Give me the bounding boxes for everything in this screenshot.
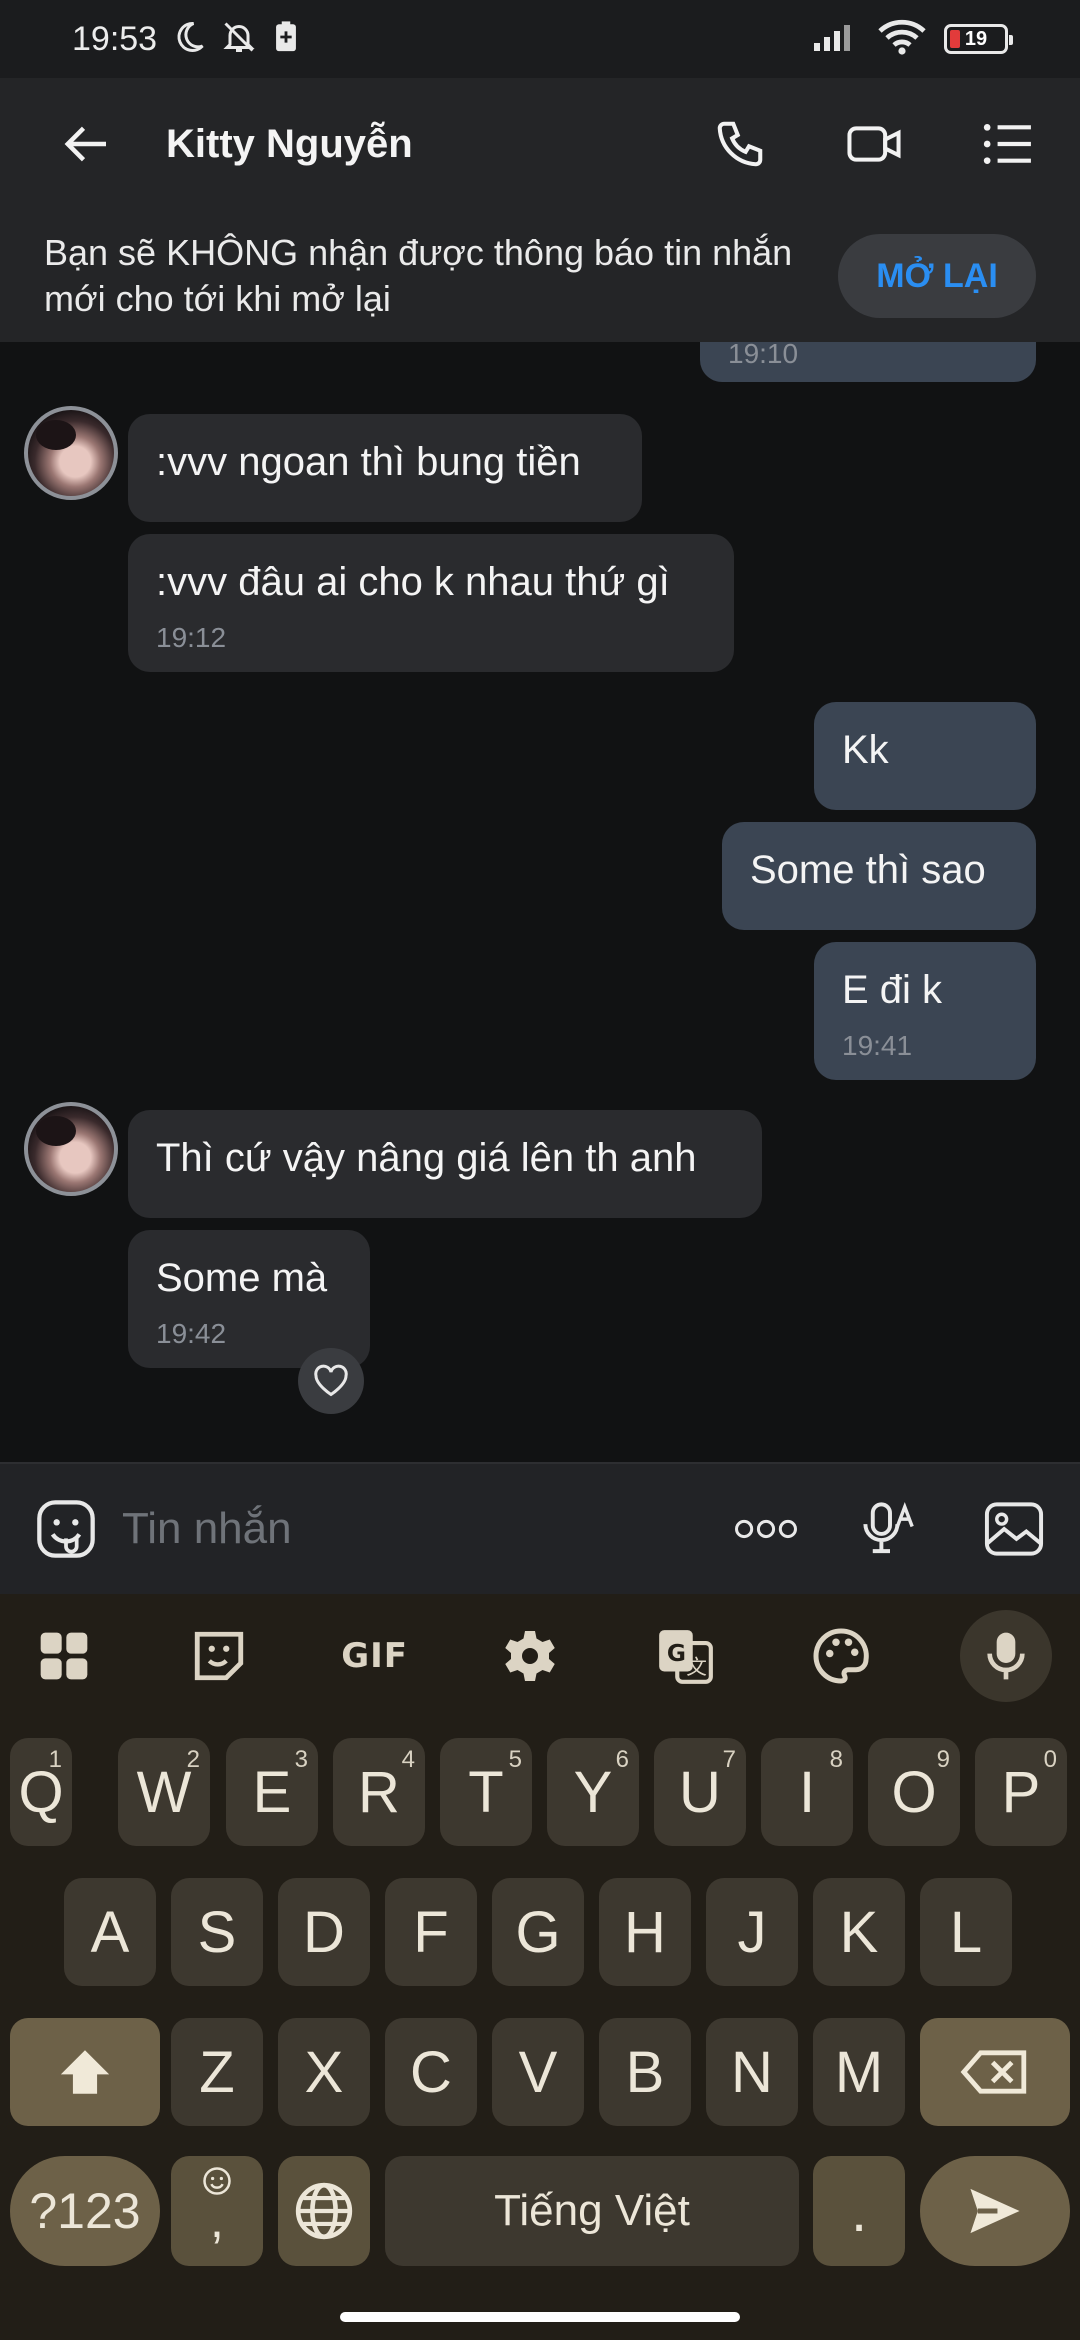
signal-icon (812, 21, 860, 58)
message-text: Some mà (156, 1256, 328, 1300)
key-n[interactable]: N (706, 2018, 798, 2126)
message-time: 19:12 (156, 622, 227, 653)
moon-icon (171, 19, 207, 60)
sticker-icon[interactable] (183, 1620, 255, 1692)
keyboard-toolbar: GIF G文 (0, 1594, 1080, 1718)
message-text: :vvv đâu ai cho k nhau thứ gì (156, 560, 670, 604)
key-v[interactable]: V (492, 2018, 584, 2126)
home-indicator[interactable] (340, 2312, 740, 2322)
palette-icon[interactable] (805, 1620, 877, 1692)
svg-text:G: G (667, 1640, 686, 1667)
menu-list-icon[interactable] (976, 112, 1040, 176)
bell-off-icon (221, 19, 257, 60)
shift-key[interactable] (10, 2018, 160, 2126)
key-e[interactable]: E3 (226, 1738, 318, 1846)
emoji-icon[interactable] (34, 1497, 98, 1561)
mic-icon[interactable] (959, 1610, 1052, 1702)
message-bubble-in[interactable]: :vvv đâu ai cho k nhau thứ gì 19:12 (128, 534, 734, 672)
comma-label: , (210, 2192, 224, 2248)
svg-text:文: 文 (687, 1655, 708, 1679)
key-z[interactable]: Z (171, 2018, 263, 2126)
message-bubble-in[interactable]: Thì cứ vậy nâng giá lên th anh (128, 1110, 762, 1218)
battery-level: 19 (964, 27, 988, 50)
smiley-icon (203, 2167, 231, 2195)
message-text: Kk (842, 728, 889, 772)
message-bubble-out[interactable]: E đi k 19:41 (814, 942, 1036, 1080)
status-time: 19:53 (72, 19, 158, 58)
period-key[interactable]: . (813, 2156, 905, 2266)
key-o[interactable]: O9 (868, 1738, 960, 1846)
message-text: Thì cứ vậy nâng giá lên th anh (156, 1136, 697, 1180)
key-k[interactable]: K (813, 1878, 905, 1986)
more-icon[interactable] (734, 1497, 798, 1561)
gif-icon[interactable]: GIF (339, 1620, 411, 1692)
soft-keyboard: GIF G文 Q1 W2 E3 R4 T5 Y6 U7 I8 O9 P0 A S… (0, 1594, 1080, 2340)
backspace-key[interactable] (920, 2018, 1070, 2126)
key-u[interactable]: U7 (654, 1738, 746, 1846)
message-bubble-out[interactable]: 19:10 (700, 342, 1036, 382)
message-bubble-out[interactable]: Some thì sao (722, 822, 1036, 930)
mute-banner: Bạn sẽ KHÔNG nhận được thông báo tin nhắ… (0, 210, 1080, 342)
avatar[interactable] (24, 1102, 118, 1196)
chat-header: Kitty Nguyễn (0, 78, 1080, 210)
key-a[interactable]: A (64, 1878, 156, 1986)
status-bar: 19:53 19 (0, 0, 1080, 78)
apps-grid-icon[interactable] (28, 1620, 100, 1692)
message-text: Some thì sao (750, 848, 986, 892)
message-composer: Tin nhắn (0, 1462, 1080, 1594)
shift-icon (60, 2050, 110, 2094)
mute-banner-text: Bạn sẽ KHÔNG nhận được thông báo tin nhắ… (44, 232, 793, 319)
message-time: 19:10 (728, 342, 799, 369)
key-c[interactable]: C (385, 2018, 477, 2126)
globe-icon (295, 2182, 353, 2240)
contact-name[interactable]: Kitty Nguyễn (166, 122, 413, 167)
key-x[interactable]: X (278, 2018, 370, 2126)
key-d[interactable]: D (278, 1878, 370, 1986)
voice-text-icon[interactable] (858, 1497, 922, 1561)
message-time: 19:42 (156, 1318, 227, 1349)
message-time: 19:41 (842, 1030, 913, 1061)
phone-icon[interactable] (708, 112, 772, 176)
message-text: :vvv ngoan thì bung tiền (156, 440, 581, 484)
backspace-icon (960, 2050, 1027, 2094)
heart-reaction-icon[interactable] (298, 1348, 364, 1414)
key-r[interactable]: R4 (333, 1738, 425, 1846)
key-s[interactable]: S (171, 1878, 263, 1986)
key-h[interactable]: H (599, 1878, 691, 1986)
send-icon (970, 2188, 1020, 2234)
key-w[interactable]: W2 (118, 1738, 210, 1846)
key-q[interactable]: Q1 (10, 1738, 72, 1846)
message-bubble-in[interactable]: :vvv ngoan thì bung tiền (128, 414, 642, 522)
symbols-key[interactable]: ?123 (10, 2156, 160, 2266)
key-f[interactable]: F (385, 1878, 477, 1986)
unmute-button[interactable]: MỞ LẠI (838, 234, 1036, 318)
message-bubble-out[interactable]: Kk (814, 702, 1036, 810)
video-icon[interactable] (842, 112, 906, 176)
message-input[interactable]: Tin nhắn (122, 1504, 292, 1554)
language-key[interactable] (278, 2156, 370, 2266)
image-icon[interactable] (982, 1497, 1046, 1561)
translate-icon[interactable]: G文 (649, 1620, 721, 1692)
settings-icon[interactable] (494, 1620, 566, 1692)
key-p[interactable]: P0 (975, 1738, 1067, 1846)
key-y[interactable]: Y6 (547, 1738, 639, 1846)
back-arrow-icon[interactable] (56, 112, 120, 176)
key-b[interactable]: B (599, 2018, 691, 2126)
avatar[interactable] (24, 406, 118, 500)
battery-icon: 19 (944, 24, 1013, 54)
message-list[interactable]: 19:10 :vvv ngoan thì bung tiền :vvv đâu … (0, 342, 1080, 1462)
emoji-comma-key[interactable]: , (171, 2156, 263, 2266)
key-l[interactable]: L (920, 1878, 1012, 1986)
message-text: E đi k (842, 968, 943, 1012)
battery-saver-icon (271, 20, 301, 59)
key-j[interactable]: J (706, 1878, 798, 1986)
key-g[interactable]: G (492, 1878, 584, 1986)
wifi-icon (878, 19, 926, 60)
key-t[interactable]: T5 (440, 1738, 532, 1846)
send-key[interactable] (920, 2156, 1070, 2266)
key-m[interactable]: M (813, 2018, 905, 2126)
key-i[interactable]: I8 (761, 1738, 853, 1846)
space-key[interactable]: Tiếng Việt (385, 2156, 799, 2266)
